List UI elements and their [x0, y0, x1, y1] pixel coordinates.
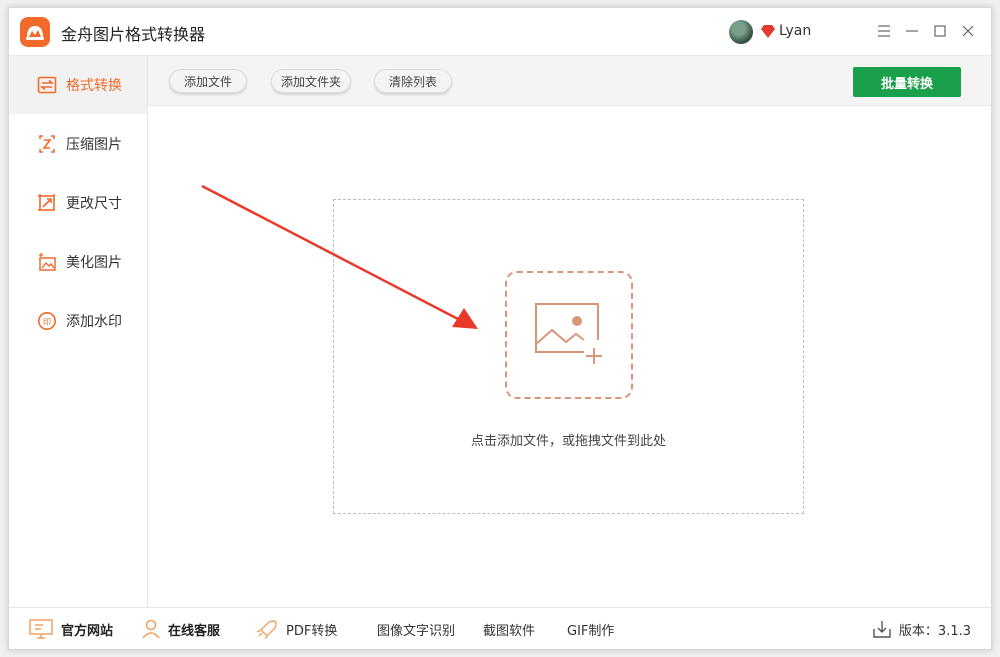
drop-hint-text: 点击添加文件，或拖拽文件到此处 — [470, 434, 666, 449]
svg-text:印: 印 — [43, 318, 51, 327]
footer-gif-link[interactable]: GIF制作 — [567, 608, 614, 650]
version-label: 版本：3.1.3 — [898, 623, 971, 639]
app-logo-icon — [20, 17, 50, 47]
app-title: 金舟图片格式转换器 — [61, 25, 206, 44]
user-name[interactable]: Lyan — [779, 23, 811, 39]
footer-link-label: 截图软件 — [483, 623, 536, 639]
add-folder-button[interactable]: 添加文件夹 — [271, 69, 351, 93]
clear-list-button[interactable]: 清除列表 — [374, 69, 452, 93]
footer: 官方网站 在线客服 PDF转换 图像文字识别 截图软件 GIF制作 版本：3.1… — [9, 607, 991, 649]
sidebar-item-format-convert[interactable]: 格式转换 — [9, 56, 147, 114]
footer-ocr-link[interactable]: 图像文字识别 — [377, 608, 455, 650]
rocket-icon — [256, 620, 277, 639]
app-window: 金舟图片格式转换器 Lyan 格式转换 压缩图片 更改尺寸 美化图片 印 添加水… — [8, 7, 992, 650]
download-icon — [873, 621, 891, 638]
toolbar: 添加文件 添加文件夹 清除列表 批量转换 — [148, 56, 991, 106]
add-image-button[interactable] — [505, 271, 633, 399]
footer-official-site-link[interactable]: 官方网站 — [29, 608, 113, 650]
batch-convert-button[interactable]: 批量转换 — [853, 67, 961, 97]
minimize-icon[interactable] — [901, 20, 923, 42]
convert-icon — [37, 76, 57, 94]
version-info[interactable]: 版本：3.1.3 — [873, 608, 971, 650]
monitor-icon — [29, 619, 53, 639]
sidebar-item-label: 压缩图片 — [66, 137, 122, 153]
footer-link-label: PDF转换 — [286, 623, 338, 639]
watermark-icon: 印 — [38, 312, 56, 330]
sidebar-item-compress[interactable]: 压缩图片 — [9, 115, 147, 173]
footer-link-label: 官方网站 — [61, 623, 114, 639]
footer-screenshot-link[interactable]: 截图软件 — [483, 608, 535, 650]
file-drop-zone[interactable]: 点击添加文件，或拖拽文件到此处 — [333, 199, 804, 514]
footer-link-label: 图像文字识别 — [377, 623, 456, 639]
compress-icon — [39, 135, 55, 153]
avatar[interactable] — [729, 20, 753, 44]
sidebar-item-label: 更改尺寸 — [66, 196, 122, 212]
add-image-icon — [535, 303, 602, 364]
sidebar-item-label: 格式转换 — [66, 78, 122, 94]
beautify-icon — [39, 253, 56, 271]
sidebar-item-label: 添加水印 — [66, 314, 122, 330]
footer-link-label: 在线客服 — [168, 623, 221, 639]
sidebar-item-resize[interactable]: 更改尺寸 — [9, 174, 147, 232]
vip-diamond-icon — [761, 25, 775, 38]
title-bar: 金舟图片格式转换器 Lyan — [9, 8, 991, 56]
footer-pdf-convert-link[interactable]: PDF转换 — [256, 608, 337, 650]
resize-icon — [38, 194, 55, 211]
footer-online-service-link[interactable]: 在线客服 — [142, 608, 220, 650]
add-file-button[interactable]: 添加文件 — [169, 69, 247, 93]
menu-icon[interactable] — [873, 20, 895, 42]
close-icon[interactable] — [957, 20, 979, 42]
person-icon — [142, 619, 160, 639]
maximize-icon[interactable] — [929, 20, 951, 42]
sidebar-item-beautify[interactable]: 美化图片 — [9, 233, 147, 291]
sidebar-item-label: 美化图片 — [66, 255, 122, 271]
sidebar-item-watermark[interactable]: 印 添加水印 — [9, 292, 147, 350]
footer-link-label: GIF制作 — [567, 623, 615, 639]
sidebar: 格式转换 压缩图片 更改尺寸 美化图片 印 添加水印 — [9, 56, 148, 607]
